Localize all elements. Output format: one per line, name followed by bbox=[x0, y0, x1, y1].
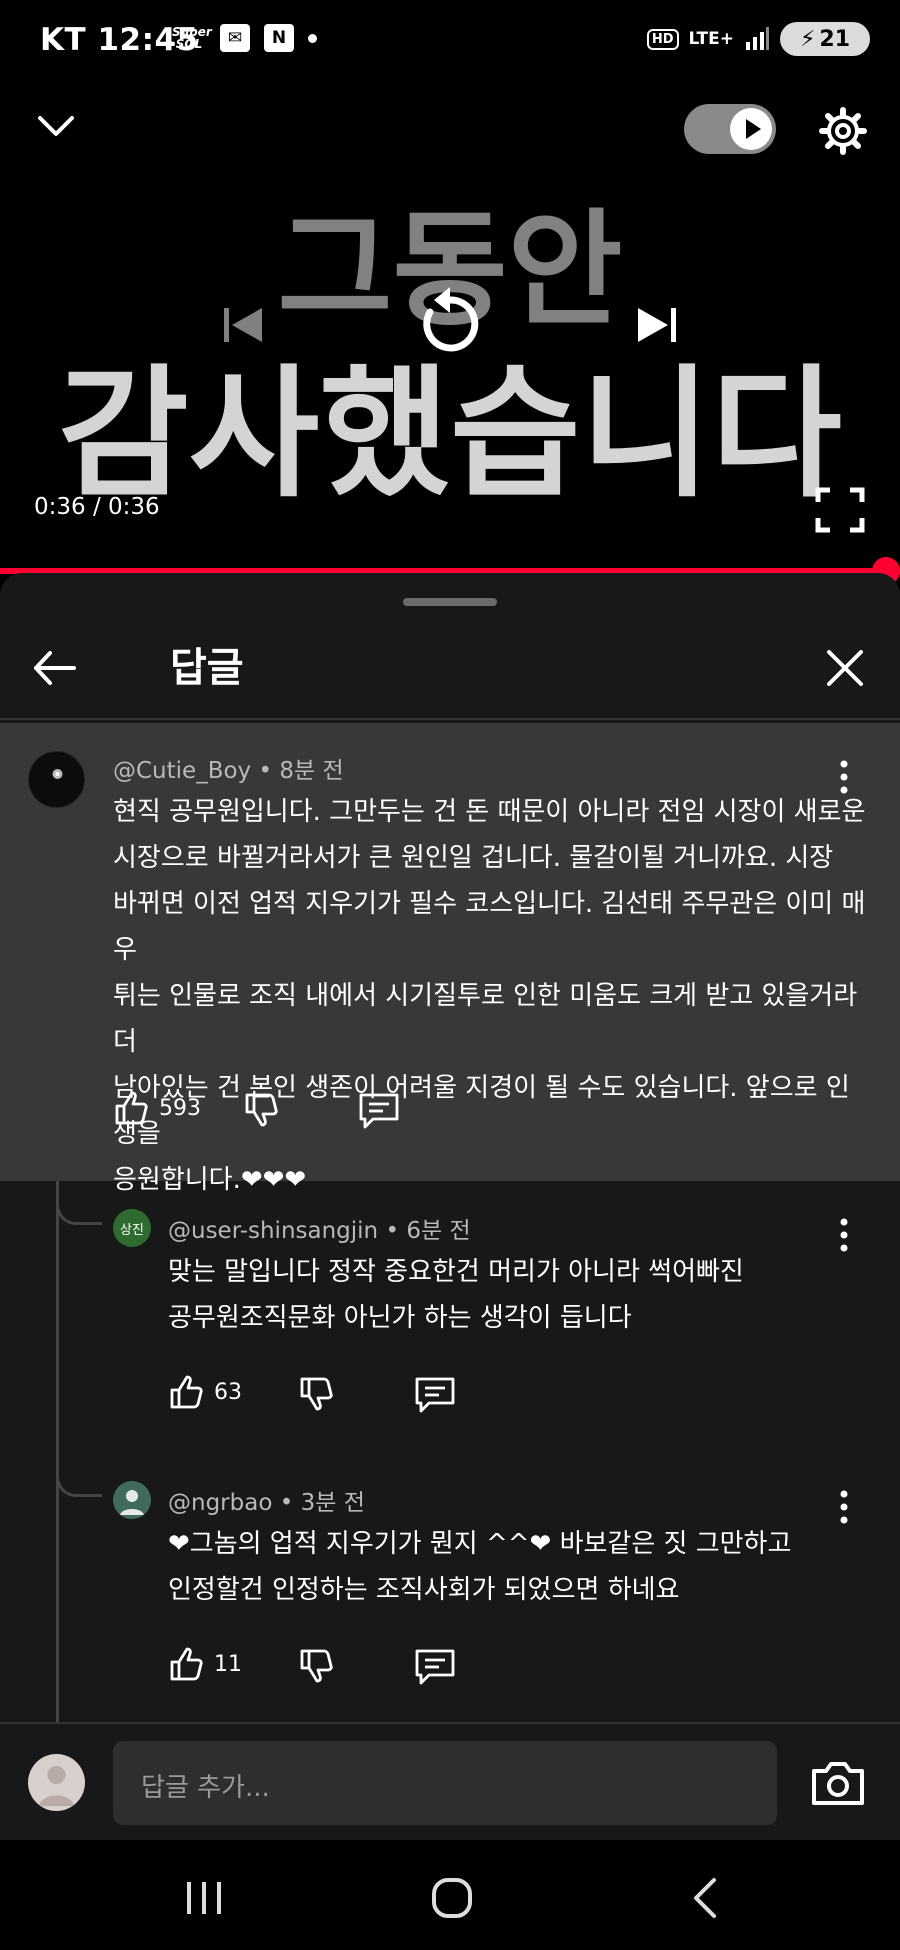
recent-apps-icon[interactable] bbox=[174, 1868, 234, 1928]
previous-icon[interactable] bbox=[218, 300, 268, 350]
comment-meta: @Cutie_Boy • 8분 전 bbox=[113, 758, 344, 784]
close-icon[interactable] bbox=[820, 643, 870, 693]
panel-header: 답글 bbox=[0, 613, 900, 720]
naver-icon: N bbox=[264, 24, 294, 52]
comment-age: 6분 전 bbox=[406, 1218, 471, 1244]
next-icon[interactable] bbox=[632, 300, 682, 350]
charging-icon: ⚡ bbox=[799, 26, 816, 52]
my-avatar[interactable] bbox=[28, 1754, 85, 1811]
avatar-initials: 상진 bbox=[120, 1222, 144, 1238]
play-icon bbox=[746, 119, 761, 139]
avatar-image bbox=[52, 769, 63, 779]
more-options-icon[interactable] bbox=[834, 1217, 854, 1253]
more-notifications-icon bbox=[308, 33, 317, 43]
comment-text: ❤그놈의 업적 지우기가 뭔지 ^^❤ 바보같은 짓 그만하고 인정할건 인정하… bbox=[168, 1529, 792, 1605]
comment-age: 8분 전 bbox=[279, 758, 344, 784]
more-options-icon[interactable] bbox=[834, 1489, 854, 1525]
like-button[interactable]: 63 bbox=[168, 1373, 242, 1411]
drag-handle[interactable] bbox=[403, 598, 497, 606]
back-nav-icon[interactable] bbox=[676, 1868, 736, 1928]
fullscreen-icon[interactable] bbox=[814, 486, 866, 534]
thumbs-up-icon bbox=[170, 1647, 203, 1681]
reply-comment: 상진 @user-shinsangjin • 6분 전 맞는 말입니다 정작 중… bbox=[0, 1183, 900, 1453]
reply-comment-icon bbox=[415, 1377, 455, 1413]
notification-icons: Super SOL ✉ N bbox=[172, 24, 317, 52]
autoplay-toggle[interactable] bbox=[684, 104, 776, 154]
mail-app-icon: ✉ bbox=[220, 24, 250, 52]
reply-button[interactable] bbox=[414, 1647, 456, 1687]
system-status: HD LTE+ ⚡ 21 bbox=[646, 22, 870, 56]
minimize-chevron-icon[interactable] bbox=[36, 112, 76, 142]
like-count: 593 bbox=[159, 1095, 201, 1121]
back-arrow-icon[interactable] bbox=[30, 643, 80, 693]
video-player[interactable]: 그동안 감사했습니다 0:36 / 0:36 bbox=[0, 86, 900, 585]
reply-button[interactable] bbox=[414, 1375, 456, 1415]
network-type: LTE+ bbox=[688, 29, 734, 49]
dislike-button[interactable] bbox=[243, 1091, 281, 1129]
comment-meta: @user-shinsangjin • 6분 전 bbox=[168, 1218, 471, 1244]
supersol-icon: Super SOL bbox=[172, 25, 212, 51]
dislike-button[interactable] bbox=[298, 1375, 336, 1413]
reply-comment-icon bbox=[415, 1649, 455, 1685]
like-count: 63 bbox=[214, 1379, 242, 1405]
thumbs-up-icon bbox=[170, 1375, 203, 1409]
hd-voice-icon: HD bbox=[646, 28, 679, 50]
home-icon[interactable] bbox=[422, 1868, 482, 1928]
thumbs-down-icon bbox=[300, 1649, 333, 1683]
avatar[interactable] bbox=[113, 1481, 151, 1519]
dislike-button[interactable] bbox=[298, 1647, 336, 1685]
battery-indicator: ⚡ 21 bbox=[780, 22, 870, 56]
like-button[interactable]: 593 bbox=[113, 1089, 201, 1127]
default-avatar-icon bbox=[39, 1766, 74, 1806]
system-navigation-bar bbox=[0, 1840, 900, 1950]
video-time: 0:36 / 0:36 bbox=[34, 494, 160, 520]
thumbs-up-icon bbox=[115, 1091, 148, 1125]
default-avatar-icon bbox=[120, 1490, 144, 1515]
comment-age: 3분 전 bbox=[300, 1490, 365, 1516]
comment-text: 현직 공무원입니다. 그만두는 건 돈 때문이 아니라 전임 시장이 새로운 시… bbox=[113, 797, 866, 1195]
parent-comment: @Cutie_Boy • 8분 전 현직 공무원입니다. 그만두는 건 돈 때문… bbox=[0, 723, 900, 1195]
like-count: 11 bbox=[214, 1651, 242, 1677]
signal-icon bbox=[746, 27, 769, 50]
panel-title: 답글 bbox=[170, 645, 244, 691]
avatar[interactable] bbox=[28, 751, 85, 808]
autoplay-knob bbox=[730, 108, 772, 150]
comment-text: 맞는 말입니다 정작 중요한건 머리가 아니라 썩어빠진 공무원조직문화 아닌가… bbox=[168, 1257, 744, 1333]
reply-input-bar: 답글 추가... bbox=[0, 1722, 900, 1840]
comment-author[interactable]: @Cutie_Boy bbox=[113, 758, 251, 784]
thumbs-down-icon bbox=[300, 1377, 333, 1411]
comment-meta: @ngrbao • 3분 전 bbox=[168, 1490, 365, 1516]
settings-gear-icon[interactable] bbox=[818, 106, 868, 156]
reply-button[interactable] bbox=[358, 1091, 400, 1131]
comment-author[interactable]: @user-shinsangjin bbox=[168, 1218, 378, 1244]
like-button[interactable]: 11 bbox=[168, 1645, 242, 1683]
reply-comment: @ngrbao • 3분 전 ❤그놈의 업적 지우기가 뭔지 ^^❤ 바보같은 … bbox=[0, 1455, 900, 1725]
reply-input[interactable]: 답글 추가... bbox=[113, 1741, 777, 1825]
replay-icon[interactable] bbox=[412, 282, 488, 362]
avatar[interactable]: 상진 bbox=[113, 1209, 151, 1247]
comment-author[interactable]: @ngrbao bbox=[168, 1490, 272, 1516]
reply-comment-icon bbox=[359, 1093, 399, 1129]
status-bar: KT 12:45 Super SOL ✉ N HD LTE+ ⚡ 21 bbox=[0, 0, 900, 86]
thumbs-down-icon bbox=[245, 1093, 278, 1127]
camera-icon[interactable] bbox=[810, 1759, 866, 1807]
